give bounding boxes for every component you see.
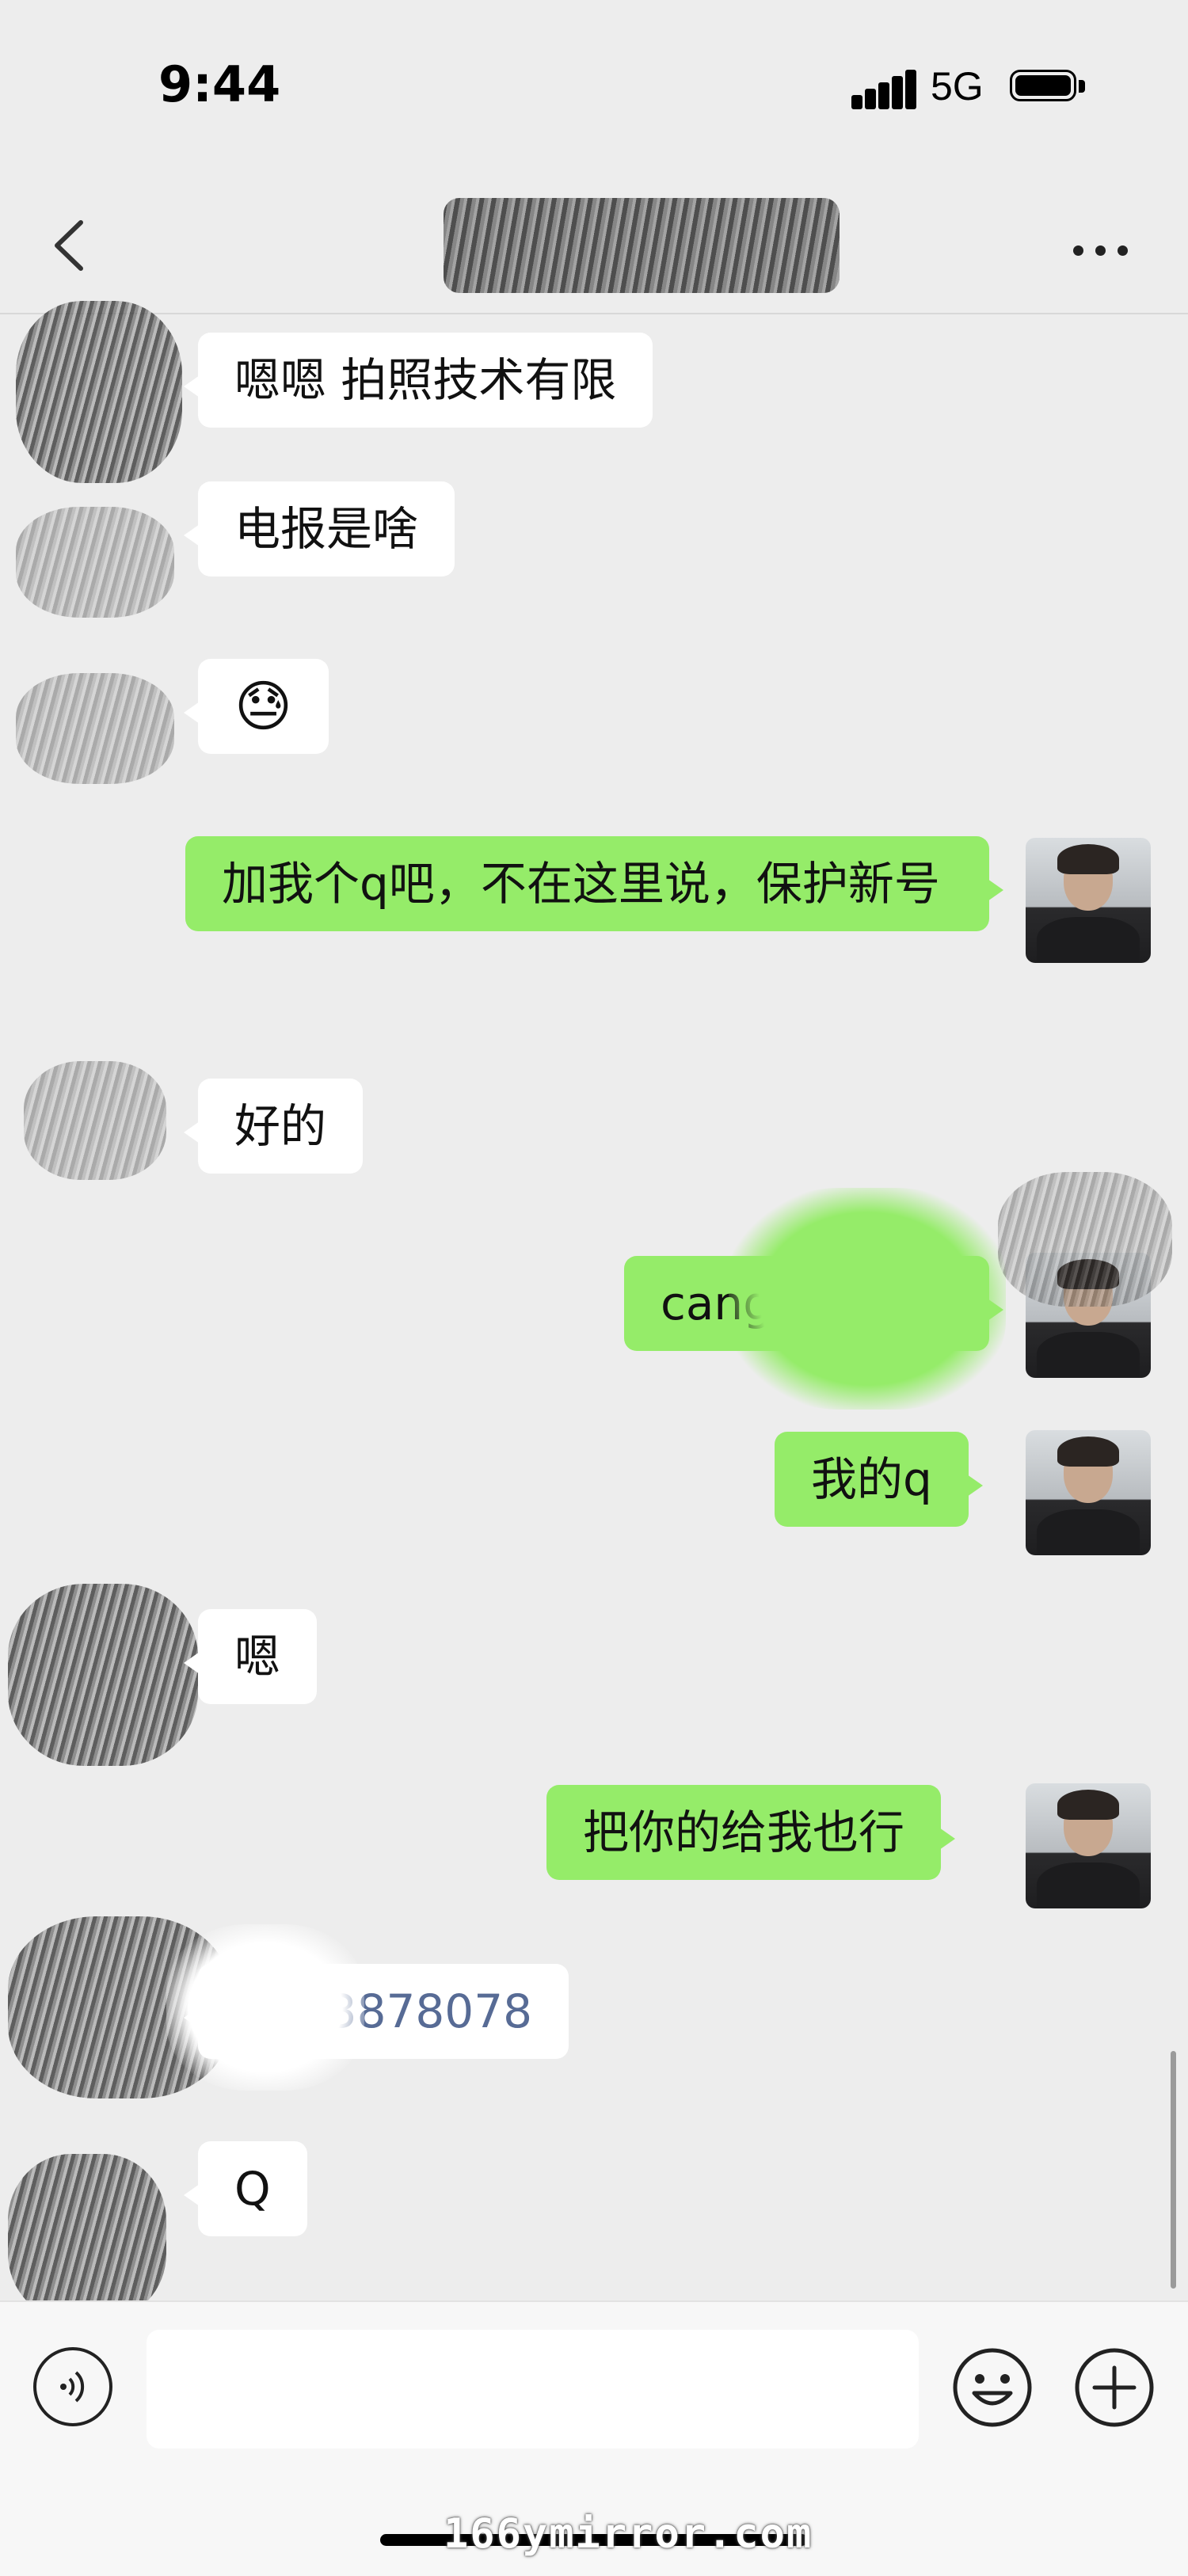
message-bubble-incoming[interactable]: 嗯嗯 拍照技术有限 [183,333,653,428]
watermark-text: 166ymirror.com [444,2510,813,2558]
chat-title-redacted [444,198,840,293]
voice-button[interactable] [33,2347,112,2426]
message-bubble-incoming[interactable]: 电报是啥 [183,481,455,576]
cellular-signal-icon [851,70,916,109]
message-bubble-incoming[interactable]: 嗯 [183,1609,318,1704]
more-button[interactable] [1065,230,1137,269]
redaction-scribble [998,1172,1172,1307]
plus-icon [1075,2348,1154,2427]
avatar[interactable] [1026,838,1151,963]
redacted-avatar [16,673,174,784]
message-bubble-outgoing[interactable]: 加我个q吧，不在这里说，保护新号 [185,836,1003,931]
message-bubble-outgoing[interactable]: 我的q [775,1432,983,1527]
redaction-smudge [166,1924,364,2091]
redaction-smudge [729,1188,1006,1410]
add-button[interactable] [1072,2346,1156,2430]
avatar[interactable] [1026,1430,1151,1555]
chat-nav-bar [0,166,1188,314]
message-bubble-outgoing[interactable]: 把你的给我也行 [546,1785,956,1880]
message-bubble-incoming[interactable]: 😓 [184,659,329,754]
message-input[interactable] [147,2330,919,2449]
chevron-left-icon [55,220,83,271]
redacted-avatar [16,507,174,618]
network-type: 5G [931,64,984,108]
back-button[interactable] [40,210,95,281]
redacted-avatar [8,1584,198,1766]
smiley-icon [953,2348,1032,2427]
message-bubble-incoming[interactable]: Q [184,2141,307,2236]
avatar[interactable] [1026,1783,1151,1908]
scrollbar[interactable] [1171,2051,1176,2289]
redacted-avatar [16,301,182,483]
status-bar: 9:44 5G [0,0,1188,166]
redacted-avatar [8,2154,166,2320]
message-bubble-incoming[interactable]: 好的 [183,1079,364,1174]
redacted-avatar [24,1061,166,1180]
battery-icon [1010,70,1086,105]
voice-icon [60,2371,85,2403]
status-time: 9:44 [158,55,281,113]
emoji-button[interactable] [950,2346,1034,2430]
